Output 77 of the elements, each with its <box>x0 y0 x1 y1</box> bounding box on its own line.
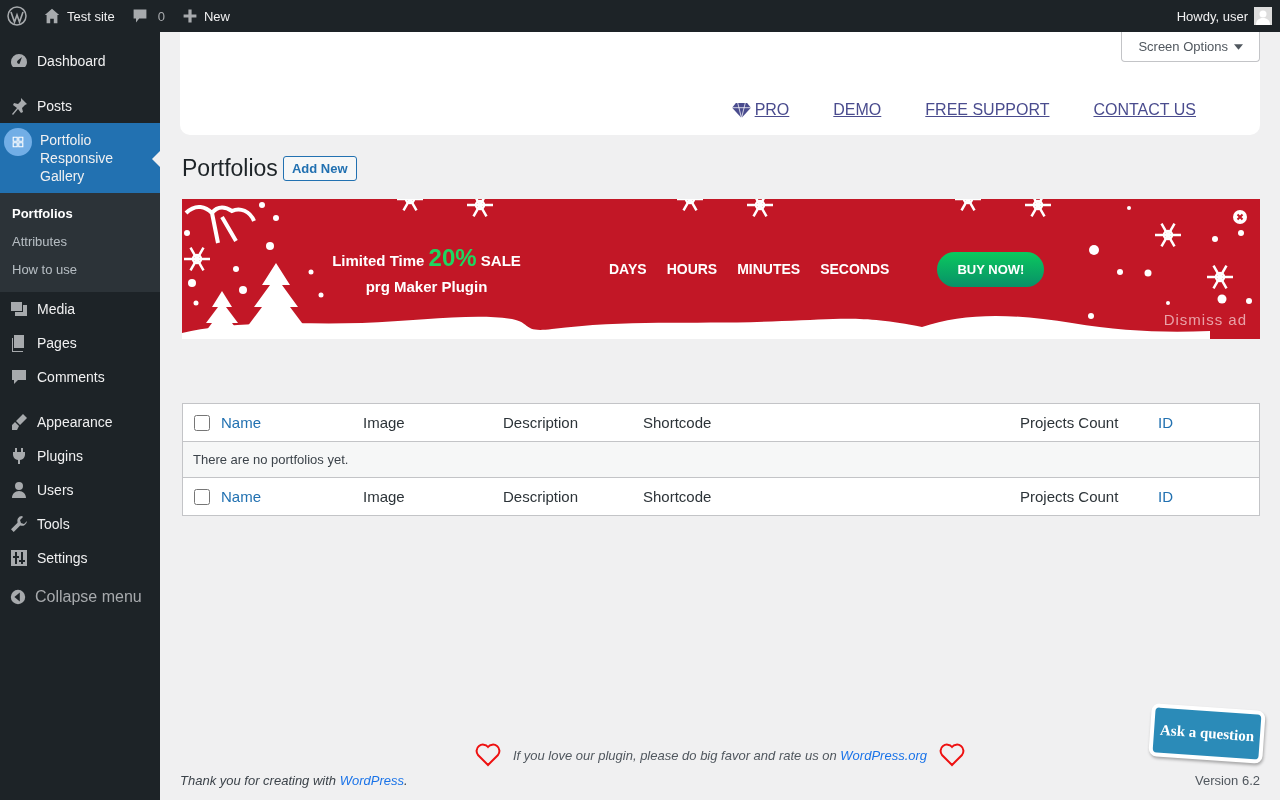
menu-icon <box>9 299 29 319</box>
menu-item[interactable]: Settings <box>0 541 160 575</box>
column-sort-link[interactable]: Name <box>221 414 261 431</box>
countdown-label: MINUTES <box>737 261 801 277</box>
site-link[interactable]: Test site <box>43 7 115 25</box>
column-header: Image <box>363 414 405 431</box>
column-sort-link[interactable]: Name <box>221 488 261 505</box>
avatar-icon <box>1254 7 1272 25</box>
new-label: New <box>203 8 230 24</box>
countdown-label: HOURS <box>666 261 718 277</box>
sale-headline: Limited Time 20% SALE <box>332 243 521 272</box>
menu-item[interactable]: Plugins <box>0 439 160 473</box>
rate-message: If you love our plugin, please do big favor and rate us on WordPress.org <box>512 747 928 763</box>
column-header: Projects Count <box>1020 414 1119 431</box>
diamond-icon <box>731 102 751 118</box>
column-header: Description <box>503 488 579 505</box>
collapse-icon <box>9 588 27 606</box>
submenu-item[interactable]: Portfolios <box>0 200 160 228</box>
countdown-label: DAYS <box>609 261 647 277</box>
menu-icon <box>9 514 29 534</box>
menu-icon <box>9 367 29 387</box>
menu-item[interactable]: Dashboard <box>0 44 160 78</box>
select-all-checkbox[interactable] <box>194 415 210 431</box>
menu-icon <box>9 96 29 116</box>
select-all-checkbox[interactable] <box>194 489 210 505</box>
comments-link[interactable]: 0 <box>131 8 165 24</box>
grid-icon <box>4 128 32 156</box>
menu-item[interactable]: Portfolio Responsive Gallery <box>0 123 160 193</box>
menu-item[interactable]: Comments <box>0 360 160 394</box>
nav-link[interactable]: PRO <box>731 101 790 119</box>
column-sort-link[interactable]: ID <box>1158 488 1173 505</box>
wordpress-org-link[interactable]: WordPress.org <box>840 747 928 763</box>
menu-item[interactable]: Posts <box>0 89 160 123</box>
collapse-menu-button[interactable]: Collapse menu <box>0 580 160 614</box>
home-icon <box>43 7 61 25</box>
ask-question-button[interactable]: Ask a question <box>1148 703 1266 764</box>
plus-icon <box>181 8 198 24</box>
submenu-item[interactable]: How to use <box>0 256 160 284</box>
column-header: Image <box>363 488 405 505</box>
menu-icon <box>9 412 29 432</box>
new-link[interactable]: New <box>181 8 230 24</box>
account-link[interactable]: Howdy, user <box>1176 7 1272 25</box>
comment-count: 0 <box>157 8 165 24</box>
nav-link[interactable]: FREE SUPPORT <box>925 101 1050 119</box>
column-header: Shortcode <box>643 488 712 505</box>
menu-item[interactable]: Users <box>0 473 160 507</box>
heart-icon <box>474 743 501 767</box>
footer-credit: Thank you for creating with WordPress. <box>180 773 408 788</box>
screen-options-button[interactable]: Screen Options <box>1121 32 1260 62</box>
menu-item[interactable]: Tools <box>0 507 160 541</box>
column-header: Description <box>503 414 579 431</box>
comment-icon <box>131 8 148 24</box>
countdown-label: SECONDS <box>820 261 890 277</box>
page-title: Portfolios <box>182 155 278 182</box>
close-icon[interactable] <box>1233 210 1247 224</box>
heart-icon <box>939 743 966 767</box>
column-header: Projects Count <box>1020 488 1119 505</box>
wordpress-logo-icon[interactable] <box>7 6 27 26</box>
caret-icon <box>1234 43 1243 50</box>
wordpress-link[interactable]: WordPress <box>339 773 404 788</box>
add-new-button[interactable]: Add New <box>282 156 357 181</box>
plugin-name: prg Maker Plugin <box>364 277 489 295</box>
menu-item[interactable]: Media <box>0 292 160 326</box>
menu-item[interactable]: Appearance <box>0 405 160 439</box>
current-pointer <box>152 151 160 167</box>
column-sort-link[interactable]: ID <box>1158 414 1173 431</box>
menu-icon <box>9 548 29 568</box>
version-text: Version 6.2 <box>1194 773 1260 788</box>
nav-link[interactable]: DEMO <box>833 101 882 119</box>
nav-link[interactable]: CONTACT US <box>1093 101 1196 119</box>
menu-item[interactable]: Pages <box>0 326 160 360</box>
greeting: Howdy, user <box>1176 8 1248 24</box>
empty-message: There are no portfolios yet. <box>193 452 349 467</box>
menu-icon <box>9 480 29 500</box>
site-name: Test site <box>67 8 115 24</box>
column-header: Shortcode <box>643 414 712 431</box>
submenu-item[interactable]: Attributes <box>0 228 160 256</box>
